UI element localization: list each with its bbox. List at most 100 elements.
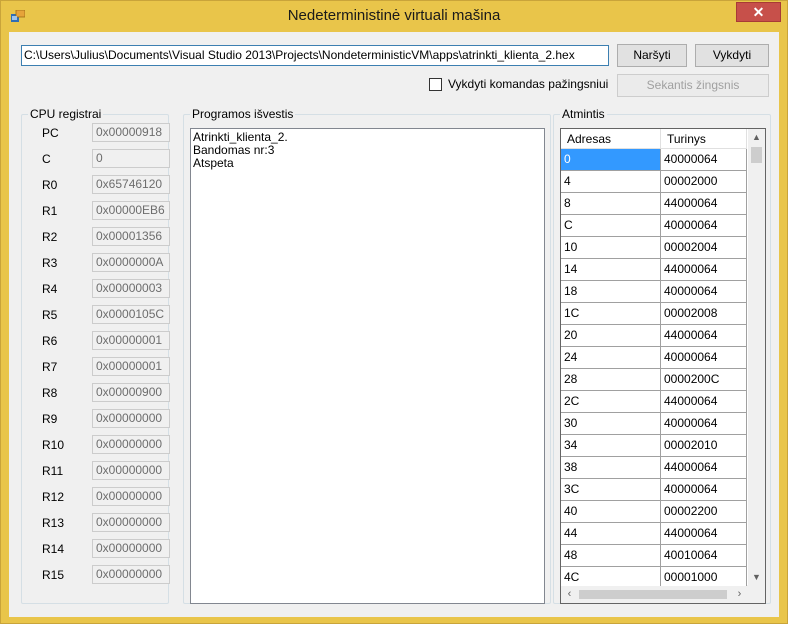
memory-address-cell[interactable]: 38 [561,457,661,478]
memory-row[interactable]: 38 44000064 [561,457,747,479]
memory-address-cell[interactable]: 28 [561,369,661,390]
memory-row[interactable]: 30 40000064 [561,413,747,435]
memory-address-cell[interactable]: 8 [561,193,661,214]
file-path-input[interactable]: C:\Users\Julius\Documents\Visual Studio … [21,45,609,66]
register-value[interactable]: 0x00000000 [92,435,170,454]
next-step-button[interactable]: Sekantis žingsnis [617,74,769,97]
memory-address-cell[interactable]: 3C [561,479,661,500]
memory-row[interactable]: 14 44000064 [561,259,747,281]
memory-address-cell[interactable]: 14 [561,259,661,280]
memory-row[interactable]: 0 40000064 [561,149,747,171]
memory-address-cell[interactable]: 44 [561,523,661,544]
register-value[interactable]: 0x00001356 [92,227,170,246]
memory-content-cell[interactable]: 40000064 [661,347,747,368]
close-button[interactable]: ✕ [736,2,781,22]
memory-content-cell[interactable]: 00002004 [661,237,747,258]
register-value[interactable]: 0x00000918 [92,123,170,142]
memory-row[interactable]: 2C 44000064 [561,391,747,413]
memory-address-cell[interactable]: 1C [561,303,661,324]
output-lines: Atrinkti_klienta_2. Bandomas nr:3 Atspeta [193,131,542,170]
register-value[interactable]: 0x00000EB6 [92,201,170,220]
memory-content-cell[interactable]: 00001000 [661,567,747,588]
memory-content-cell[interactable]: 44000064 [661,523,747,544]
register-value[interactable]: 0x00000000 [92,487,170,506]
horizontal-scrollbar[interactable]: ‹ › [561,586,748,603]
column-header-content[interactable]: Turinys [661,129,747,149]
memory-address-cell[interactable]: C [561,215,661,236]
memory-row[interactable]: 8 44000064 [561,193,747,215]
scroll-down-icon[interactable]: ▼ [748,569,765,586]
memory-content-cell[interactable]: 40000064 [661,281,747,302]
memory-row[interactable]: 34 00002010 [561,435,747,457]
memory-content-cell[interactable]: 40000064 [661,215,747,236]
register-label: R9 [42,412,58,426]
vertical-scroll-thumb[interactable] [751,147,762,163]
memory-content-cell[interactable]: 40000064 [661,413,747,434]
register-value[interactable]: 0x00000003 [92,279,170,298]
register-value[interactable]: 0x0000105C [92,305,170,324]
register-value[interactable]: 0x00000900 [92,383,170,402]
client-area: C:\Users\Julius\Documents\Visual Studio … [9,32,779,617]
scroll-left-icon[interactable]: ‹ [561,586,578,603]
memory-row[interactable]: 48 40010064 [561,545,747,567]
memory-address-cell[interactable]: 20 [561,325,661,346]
memory-row[interactable]: C 40000064 [561,215,747,237]
memory-address-cell[interactable]: 40 [561,501,661,522]
memory-content-cell[interactable]: 00002010 [661,435,747,456]
memory-address-cell[interactable]: 4 [561,171,661,192]
memory-address-cell[interactable]: 18 [561,281,661,302]
register-value[interactable]: 0x00000000 [92,409,170,428]
horizontal-scroll-thumb[interactable] [579,590,727,599]
register-value[interactable]: 0x00000001 [92,357,170,376]
step-mode-checkbox[interactable] [429,78,442,91]
register-value[interactable]: 0x65746120 [92,175,170,194]
memory-row[interactable]: 1C 00002008 [561,303,747,325]
memory-content-cell[interactable]: 00002008 [661,303,747,324]
vertical-scrollbar[interactable]: ▲ ▼ [748,129,765,586]
memory-row[interactable]: 28 0000200C [561,369,747,391]
memory-row[interactable]: 3C 40000064 [561,479,747,501]
column-header-address[interactable]: Adresas [561,129,661,149]
browse-button[interactable]: Naršyti [617,44,687,67]
memory-row[interactable]: 44 44000064 [561,523,747,545]
register-value[interactable]: 0x0000000A [92,253,170,272]
memory-address-cell[interactable]: 0 [561,149,661,170]
memory-row[interactable]: 10 00002004 [561,237,747,259]
memory-content-cell[interactable]: 40000064 [661,479,747,500]
memory-content-cell[interactable]: 00002000 [661,171,747,192]
memory-content-cell[interactable]: 44000064 [661,325,747,346]
memory-address-cell[interactable]: 2C [561,391,661,412]
register-value[interactable]: 0x00000000 [92,539,170,558]
run-button[interactable]: Vykdyti [695,44,769,67]
register-value[interactable]: 0x00000000 [92,513,170,532]
memory-content-cell[interactable]: 40000064 [661,149,747,170]
memory-row[interactable]: 18 40000064 [561,281,747,303]
memory-grid[interactable]: Adresas Turinys 0 40000064 4 00002000 8 44000… [560,128,766,604]
memory-content-cell[interactable]: 00002200 [661,501,747,522]
scroll-up-icon[interactable]: ▲ [748,129,765,146]
memory-content-cell[interactable]: 0000200C [661,369,747,390]
memory-address-cell[interactable]: 24 [561,347,661,368]
memory-address-cell[interactable]: 10 [561,237,661,258]
scroll-right-icon[interactable]: › [731,586,748,603]
register-value[interactable]: 0x00000000 [92,461,170,480]
memory-address-cell[interactable]: 30 [561,413,661,434]
register-value[interactable]: 0x00000000 [92,565,170,584]
memory-content-cell[interactable]: 44000064 [661,259,747,280]
memory-row[interactable]: 20 44000064 [561,325,747,347]
memory-content-cell[interactable]: 44000064 [661,193,747,214]
memory-address-cell[interactable]: 34 [561,435,661,456]
register-value[interactable]: 0x00000001 [92,331,170,350]
memory-content-cell[interactable]: 44000064 [661,391,747,412]
memory-row[interactable]: 40 00002200 [561,501,747,523]
memory-address-cell[interactable]: 48 [561,545,661,566]
memory-row[interactable]: 24 40000064 [561,347,747,369]
memory-content-cell[interactable]: 44000064 [661,457,747,478]
title-bar[interactable]: Nedeterministinė virtuali mašina ✕ [1,1,787,32]
register-value[interactable]: 0 [92,149,170,168]
memory-address-cell[interactable]: 4C [561,567,661,588]
memory-content-cell[interactable]: 40010064 [661,545,747,566]
register-row: R12 0x00000000 [22,487,182,507]
program-output-box[interactable]: Atrinkti_klienta_2. Bandomas nr:3 Atspeta [190,128,545,604]
memory-row[interactable]: 4 00002000 [561,171,747,193]
